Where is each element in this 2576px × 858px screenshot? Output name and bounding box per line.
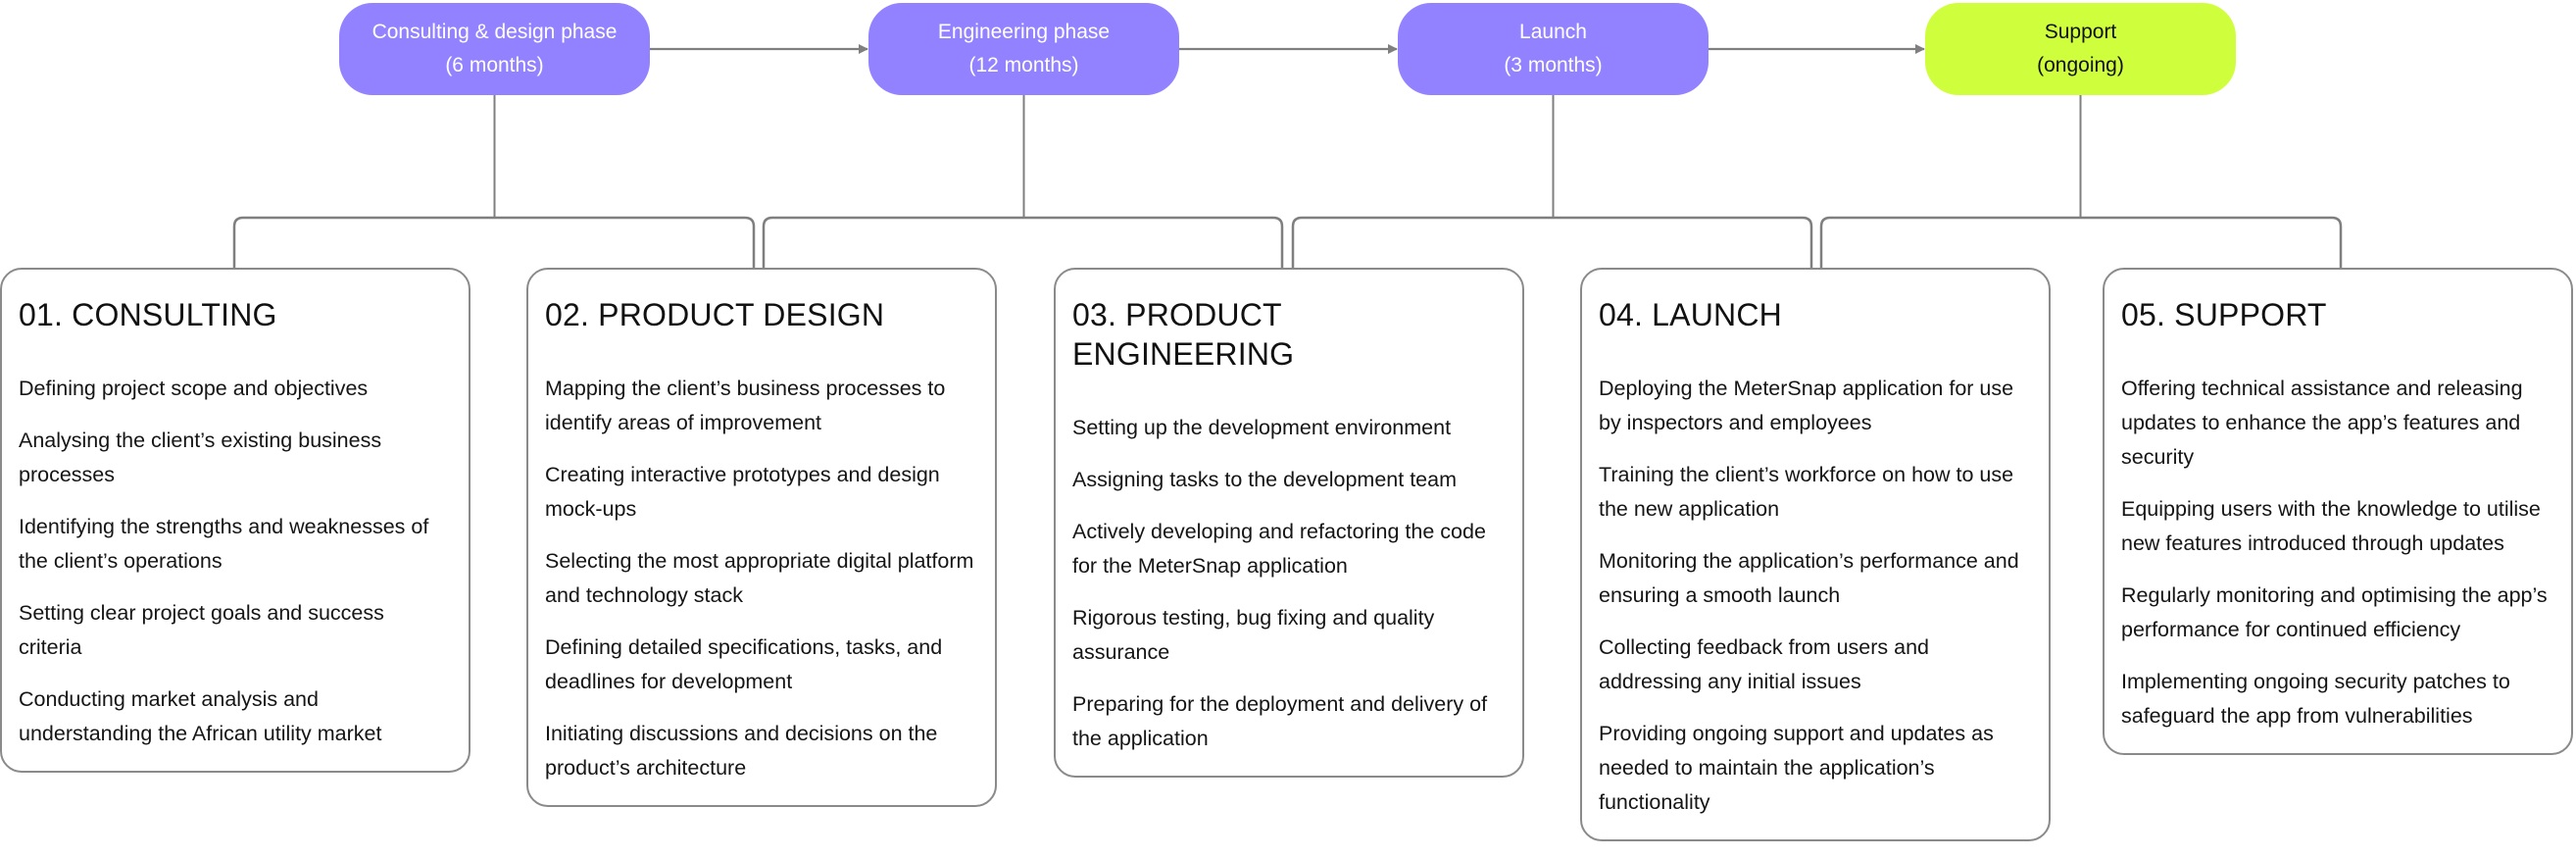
- phase-name: Support: [2044, 21, 2117, 43]
- stage-task: Implementing ongoing security patches to…: [2121, 670, 2510, 728]
- stage-task: Identifying the strengths and weaknesses…: [19, 515, 429, 573]
- stage-task: Providing ongoing support and updates as…: [1599, 722, 1994, 814]
- stage-task: Initiating discussions and decisions on …: [545, 722, 938, 780]
- stage-title: 02. PRODUCT DESIGN: [545, 297, 885, 332]
- stage-task: Defining project scope and objectives: [19, 377, 369, 400]
- stage-task: Preparing for the deployment and deliver…: [1072, 692, 1488, 750]
- stage-task: Selecting the most appropriate digital p…: [545, 549, 974, 607]
- stage-title: 01. CONSULTING: [19, 297, 277, 332]
- phase-name: Launch: [1519, 21, 1587, 43]
- stage-task: Regularly monitoring and optimising the …: [2121, 583, 2548, 641]
- stage-title: 03. PRODUCT ENGINEERING: [1072, 297, 1295, 372]
- stage-task: Monitoring the application’s performance…: [1599, 549, 2019, 607]
- stage-title: 04. LAUNCH: [1599, 297, 1782, 332]
- stage-task: Defining detailed specifications, tasks,…: [545, 635, 943, 693]
- phase-pill: Launch (3 months): [1398, 3, 1709, 95]
- stage-task: Analysing the client’s existing business…: [19, 429, 382, 486]
- phase-pill: Consulting & design phase (6 months): [339, 3, 650, 95]
- stage-task: Training the client’s workforce on how t…: [1599, 463, 2014, 521]
- stage-title: 05. SUPPORT: [2121, 297, 2327, 332]
- stage-card: 02. PRODUCT DESIGN Mapping the client’s b…: [526, 268, 997, 807]
- stage-task: Conducting market analysis and understan…: [19, 687, 382, 745]
- phase-name: Engineering phase: [937, 21, 1111, 43]
- phase-pill: Engineering phase (12 months): [868, 3, 1179, 95]
- phase-duration: (3 months): [1504, 54, 1603, 76]
- phase-duration: (6 months): [445, 54, 544, 76]
- connector-bracket: [1819, 216, 2343, 268]
- stage-task: Actively developing and refactoring the …: [1072, 520, 1486, 578]
- stage-task: Rigorous testing, bug fixing and quality…: [1072, 606, 1435, 664]
- connector-bracket: [232, 216, 756, 268]
- stage-task: Equipping users with the knowledge to ut…: [2121, 497, 2541, 555]
- stage-task: Mapping the client’s business processes …: [545, 377, 946, 434]
- connector-bracket: [1291, 216, 1813, 268]
- stage-card: 01. CONSULTING Defining project scope and…: [0, 268, 471, 773]
- stage-task: Offering technical assistance and releas…: [2121, 377, 2523, 469]
- stage-task: Creating interactive prototypes and desi…: [545, 463, 940, 521]
- stage-task: Setting clear project goals and success …: [19, 601, 384, 659]
- phase-duration: (12 months): [968, 54, 1079, 76]
- stage-task: Deploying the MeterSnap application for …: [1599, 377, 2014, 434]
- phase-name: Consulting & design phase: [372, 21, 618, 43]
- stage-card: 05. SUPPORT Offering technical assistance…: [2103, 268, 2573, 755]
- connector-bracket: [762, 216, 1284, 268]
- stage-card: 04. LAUNCH Deploying the MeterSnap applic…: [1580, 268, 2051, 841]
- stage-task: Setting up the development environment: [1072, 416, 1452, 439]
- stage-task: Assigning tasks to the development team: [1072, 468, 1457, 491]
- phase-duration: (ongoing): [2037, 54, 2124, 76]
- stage-card: 03. PRODUCT ENGINEERING Setting up the de…: [1054, 268, 1524, 778]
- stage-task: Collecting feedback from users and addre…: [1599, 635, 1930, 693]
- phase-pill: Support (ongoing): [1925, 3, 2236, 95]
